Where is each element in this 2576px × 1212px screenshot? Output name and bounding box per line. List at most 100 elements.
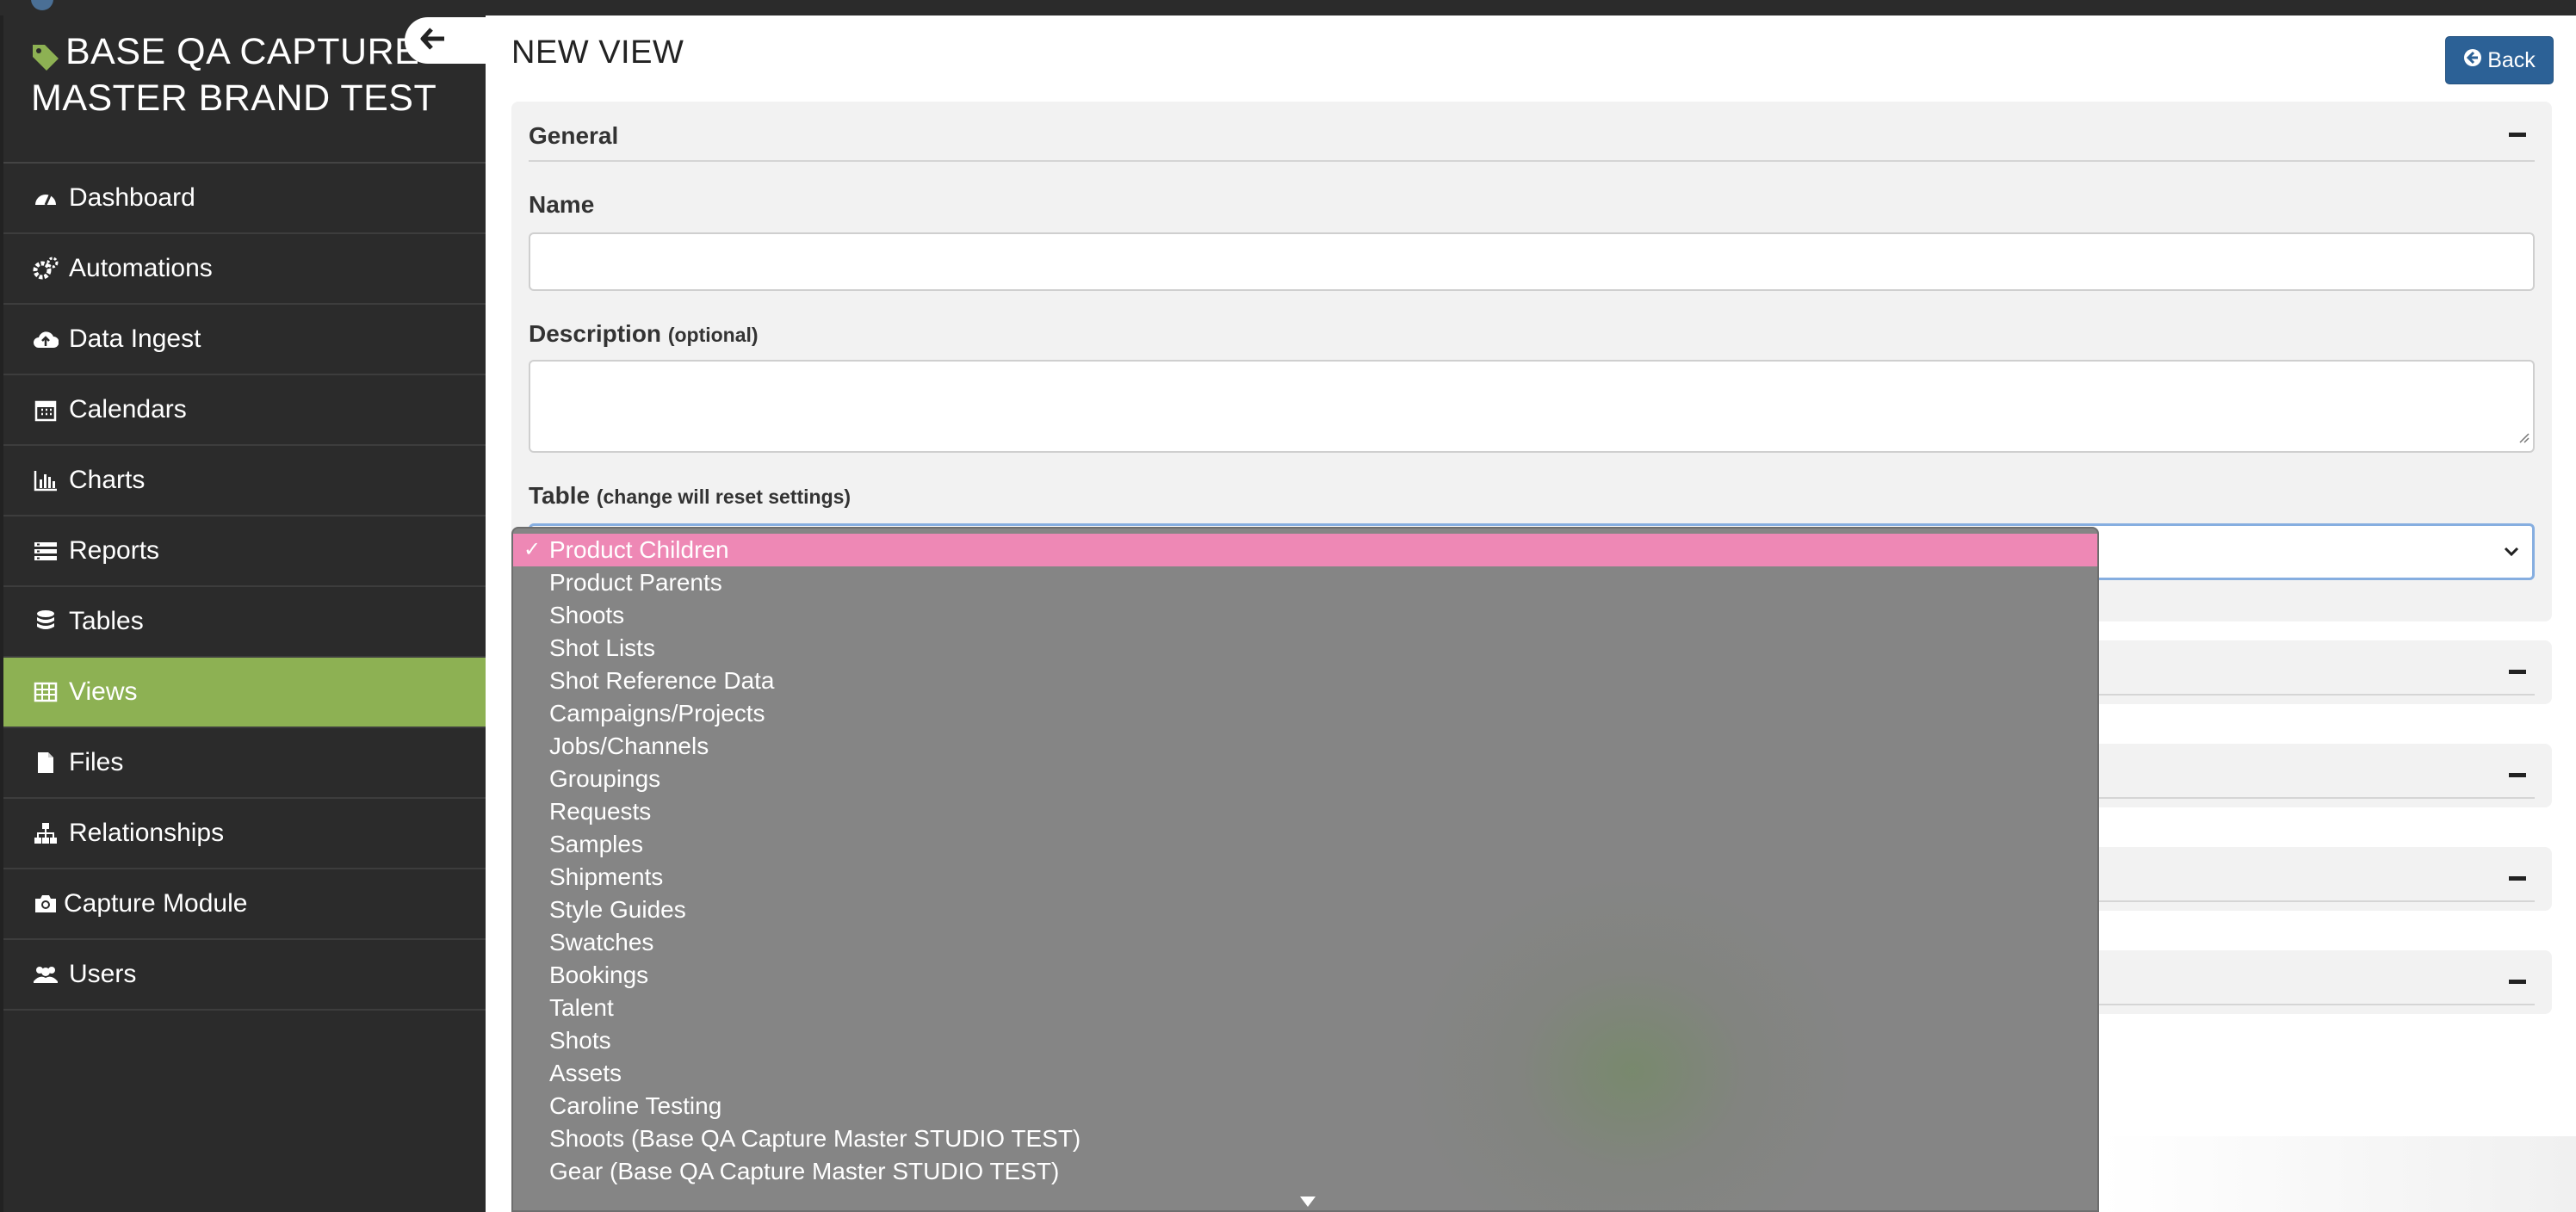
sidebar-item-dashboard[interactable]: Dashboard bbox=[3, 164, 486, 234]
sidebar-item-users[interactable]: Users bbox=[3, 940, 486, 1011]
tag-icon bbox=[31, 41, 60, 79]
dropdown-option[interactable]: Swatches bbox=[513, 926, 2097, 959]
back-button-label: Back bbox=[2487, 47, 2536, 72]
sidebar-item-label: Files bbox=[69, 748, 124, 776]
dropdown-option[interactable]: Talent bbox=[513, 992, 2097, 1024]
table-label-text: Table bbox=[529, 482, 591, 509]
dropdown-options: ✓ Product Children Product Parents Shoots Sh… bbox=[513, 534, 2097, 1188]
dropdown-option-label: Shots bbox=[549, 1027, 611, 1054]
dropdown-option-label: Style Guides bbox=[549, 896, 686, 923]
collapse-minus-icon[interactable] bbox=[2509, 133, 2526, 137]
description-textarea[interactable] bbox=[529, 360, 2535, 453]
dropdown-option[interactable]: Requests bbox=[513, 795, 2097, 828]
description-label-text: Description bbox=[529, 320, 662, 347]
dropdown-option-label: Bookings bbox=[549, 962, 649, 988]
dropdown-option[interactable]: Caroline Testing bbox=[513, 1090, 2097, 1122]
sidebar-item-charts[interactable]: Charts bbox=[3, 446, 486, 516]
chevron-down-icon bbox=[2501, 541, 2522, 566]
sidebar-item-automations[interactable]: Automations bbox=[3, 234, 486, 305]
dropdown-option[interactable]: Style Guides bbox=[513, 894, 2097, 926]
general-section-header[interactable]: General bbox=[529, 117, 2535, 162]
arrow-left-icon bbox=[420, 27, 446, 54]
dropdown-option[interactable]: Shots bbox=[513, 1024, 2097, 1057]
sidebar-item-label: Reports bbox=[69, 536, 160, 565]
back-button[interactable]: Back bbox=[2445, 36, 2554, 84]
section-title: General bbox=[529, 122, 619, 149]
dropdown-option[interactable]: Bookings bbox=[513, 959, 2097, 992]
dropdown-option-label: Gear (Base QA Capture Master STUDIO TEST… bbox=[549, 1158, 1060, 1184]
name-label: Name bbox=[529, 191, 594, 219]
sidebar-item-reports[interactable]: Reports bbox=[3, 516, 486, 587]
dropdown-option[interactable]: Shoots bbox=[513, 599, 2097, 632]
dashboard-icon bbox=[33, 185, 59, 211]
dropdown-option[interactable]: Product Parents bbox=[513, 566, 2097, 599]
sidebar-item-calendars[interactable]: Calendars bbox=[3, 375, 486, 446]
description-hint: (optional) bbox=[667, 324, 759, 346]
dropdown-option-label: Requests bbox=[549, 798, 652, 825]
dropdown-option[interactable]: Shot Lists bbox=[513, 632, 2097, 665]
dropdown-option-label: Shoots bbox=[549, 602, 625, 628]
dropdown-option-label: Campaigns/Projects bbox=[549, 700, 765, 727]
sidebar-item-label: Capture Module bbox=[64, 889, 248, 918]
sidebar-item-data-ingest[interactable]: Data Ingest bbox=[3, 305, 486, 375]
resize-handle-icon[interactable] bbox=[2516, 430, 2530, 448]
sidebar-item-tables[interactable]: Tables bbox=[3, 587, 486, 658]
sidebar-item-label: Charts bbox=[69, 466, 146, 494]
sidebar-collapse-button[interactable] bbox=[405, 17, 486, 64]
dropdown-option-label: Swatches bbox=[549, 929, 654, 955]
sidebar-item-label: Views bbox=[69, 677, 138, 706]
sidebar-item-views[interactable]: Views bbox=[3, 658, 486, 728]
sidebar-item-capture-module[interactable]: Capture Module bbox=[3, 869, 486, 940]
table-hint: (change will reset settings) bbox=[596, 485, 851, 508]
sidebar-item-files[interactable]: Files bbox=[3, 728, 486, 799]
dropdown-option-label: Talent bbox=[549, 994, 614, 1021]
page-title: NEW VIEW bbox=[511, 34, 684, 71]
dropdown-option-label: Caroline Testing bbox=[549, 1092, 722, 1119]
bar-chart-icon bbox=[33, 467, 59, 493]
dropdown-option[interactable]: Shoots (Base QA Capture Master STUDIO TE… bbox=[513, 1122, 2097, 1155]
check-icon: ✓ bbox=[523, 538, 542, 561]
sidebar-item-label: Relationships bbox=[69, 819, 225, 847]
dropdown-option[interactable]: Groupings bbox=[513, 763, 2097, 795]
collapse-minus-icon[interactable] bbox=[2509, 773, 2526, 777]
scroll-down-arrow-icon[interactable] bbox=[1298, 1195, 1317, 1210]
camera-icon bbox=[33, 891, 59, 917]
table-select-dropdown[interactable]: ✓ Product Children Product Parents Shoots Sh… bbox=[511, 527, 2099, 1212]
dropdown-option-label: Jobs/Channels bbox=[549, 733, 709, 759]
dropdown-option-label: Shot Reference Data bbox=[549, 667, 775, 694]
dropdown-option[interactable]: ✓ Product Children bbox=[513, 534, 2097, 566]
sidebar-item-label: Data Ingest bbox=[69, 325, 201, 353]
dropdown-option[interactable]: Samples bbox=[513, 828, 2097, 861]
users-icon bbox=[33, 962, 59, 987]
collapse-minus-icon[interactable] bbox=[2509, 980, 2526, 984]
dropdown-option[interactable]: Gear (Base QA Capture Master STUDIO TEST… bbox=[513, 1155, 2097, 1188]
sidebar-item-label: Calendars bbox=[69, 395, 187, 424]
table-icon bbox=[33, 679, 59, 705]
dropdown-option[interactable]: Campaigns/Projects bbox=[513, 697, 2097, 730]
bottom-fade bbox=[2101, 1136, 2576, 1212]
dropdown-option[interactable]: Jobs/Channels bbox=[513, 730, 2097, 763]
sidebar: BASE QA CAPTURE MASTER BRAND TEST Dashbo… bbox=[0, 15, 486, 1212]
dropdown-option[interactable]: Shot Reference Data bbox=[513, 665, 2097, 697]
sidebar-item-relationships[interactable]: Relationships bbox=[3, 799, 486, 869]
table-label: Table (change will reset settings) bbox=[529, 482, 851, 510]
calendar-icon bbox=[33, 397, 59, 423]
cloud-upload-icon bbox=[33, 326, 59, 352]
dropdown-option-label: Shot Lists bbox=[549, 634, 655, 661]
name-input[interactable] bbox=[529, 232, 2535, 291]
collapse-minus-icon[interactable] bbox=[2509, 876, 2526, 881]
sitemap-icon bbox=[33, 820, 59, 846]
description-label: Description (optional) bbox=[529, 320, 759, 348]
sidebar-item-label: Users bbox=[69, 960, 137, 988]
file-icon bbox=[33, 750, 59, 776]
database-icon bbox=[33, 609, 59, 634]
app-dot bbox=[31, 0, 53, 10]
collapse-minus-icon[interactable] bbox=[2509, 670, 2526, 674]
sidebar-item-label: Tables bbox=[69, 607, 144, 635]
dropdown-option[interactable]: Assets bbox=[513, 1057, 2097, 1090]
top-strip bbox=[0, 0, 2576, 15]
gears-icon bbox=[33, 256, 59, 281]
dropdown-option[interactable]: Shipments bbox=[513, 861, 2097, 894]
name-label-text: Name bbox=[529, 191, 595, 218]
dropdown-option-label: Samples bbox=[549, 831, 643, 857]
